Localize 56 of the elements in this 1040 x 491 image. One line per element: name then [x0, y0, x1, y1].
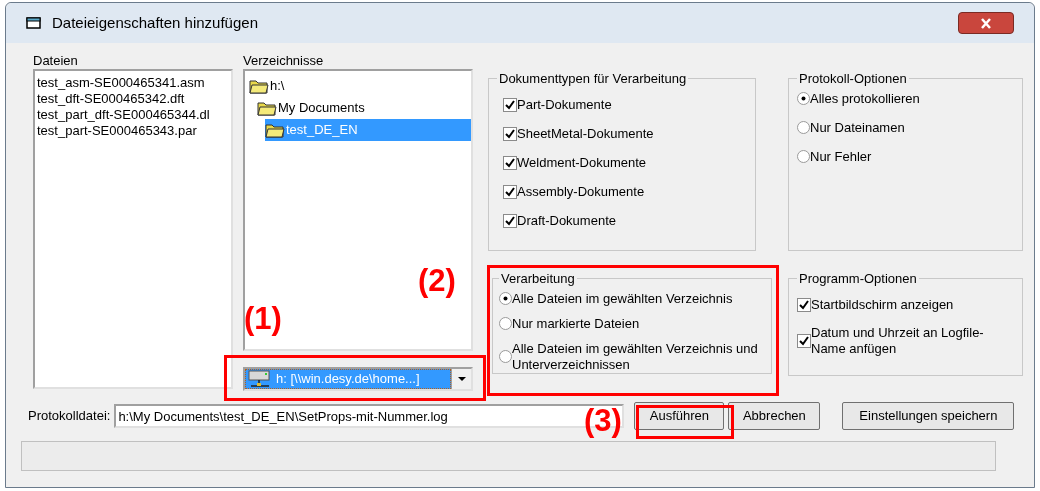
- option-label: Draft-Dokumente: [517, 212, 616, 229]
- file-list[interactable]: test_asm-SE000465341.asm test_dft-SE000465342.dft test_part_dft-SE000465344.dl test_part-SE000465343.par: [33, 69, 233, 389]
- action-button[interactable]: Abbrechen: [728, 402, 821, 430]
- field-label: Protokolldatei:: [28, 407, 111, 426]
- action-button[interactable]: Einstellungen speichern: [842, 402, 1015, 430]
- close-icon: [980, 17, 992, 29]
- option-label: Assembly-Dokumente: [517, 183, 645, 200]
- folder-icon: [265, 122, 285, 138]
- checkbox[interactable]: [503, 184, 517, 199]
- file-item[interactable]: test_part_dft-SE000465344.dl: [37, 107, 229, 123]
- caret-icon: [457, 377, 466, 381]
- radio-button[interactable]: [797, 150, 810, 163]
- folder-icon: [249, 78, 269, 94]
- checkbox[interactable]: [503, 213, 517, 228]
- checkbox[interactable]: [503, 155, 517, 170]
- file-item[interactable]: test_asm-SE000465341.asm: [37, 75, 229, 91]
- option-label: Part-Dokumente: [517, 96, 612, 113]
- option-label: Datum und Uhrzeit an Logfile-Name anfügen: [811, 324, 985, 357]
- option-label: Nur markierte Dateien: [512, 315, 640, 332]
- window-icon: [26, 16, 42, 30]
- option-label: Alle Dateien im gewählten Verzeichnis und Unterverzeichnissen: [512, 340, 759, 373]
- folder-icon: [257, 100, 277, 116]
- radio-button[interactable]: [797, 92, 810, 105]
- option-label: Nur Dateinamen: [810, 119, 905, 136]
- close-button[interactable]: [958, 12, 1014, 34]
- option-label: Alle Dateien im gewählten Verzeichnis: [512, 290, 733, 307]
- checkbox[interactable]: [797, 333, 811, 348]
- tree-item[interactable]: h:\: [249, 75, 287, 97]
- radio-button[interactable]: [499, 317, 512, 330]
- dropdown-value: h: [\\win.desy.de\home...]: [276, 370, 420, 389]
- dropdown-arrow-button[interactable]: [451, 369, 471, 389]
- option-label: Alles protokollieren: [810, 90, 920, 107]
- group-title: Protokoll-Optionen: [798, 70, 908, 88]
- radio-button[interactable]: [797, 121, 810, 134]
- option-label: Weldment-Dokumente: [517, 154, 647, 171]
- option-label: Startbildschirm anzeigen: [811, 296, 954, 313]
- group-title: Verarbeitung: [500, 270, 576, 288]
- annotation-label: (1): [244, 300, 282, 338]
- action-button[interactable]: Ausführen: [634, 402, 725, 430]
- window-title: Dateieigenschaften hinzufügen: [52, 12, 258, 33]
- checkbox[interactable]: [503, 97, 517, 112]
- list-label: Verzeichnisse: [243, 52, 325, 69]
- file-item[interactable]: test_part-SE000465343.par: [37, 123, 229, 139]
- checkbox[interactable]: [503, 126, 517, 141]
- tree-item[interactable]: My Documents: [257, 97, 367, 119]
- list-label: Dateien: [33, 52, 79, 69]
- annotation-label: (2): [418, 262, 456, 300]
- file-item[interactable]: test_dft-SE000465342.dft: [37, 91, 229, 107]
- network-drive-icon: [248, 370, 272, 388]
- option-label: SheetMetal-Dokumente: [517, 125, 654, 142]
- radio-button[interactable]: [499, 292, 512, 305]
- checkbox[interactable]: [797, 297, 811, 312]
- radio-button[interactable]: [499, 350, 512, 363]
- option-label: Nur Fehler: [810, 148, 872, 165]
- group-title: Dokumenttypen für Verarbeitung: [498, 70, 688, 88]
- group-title: Programm-Optionen: [798, 270, 918, 288]
